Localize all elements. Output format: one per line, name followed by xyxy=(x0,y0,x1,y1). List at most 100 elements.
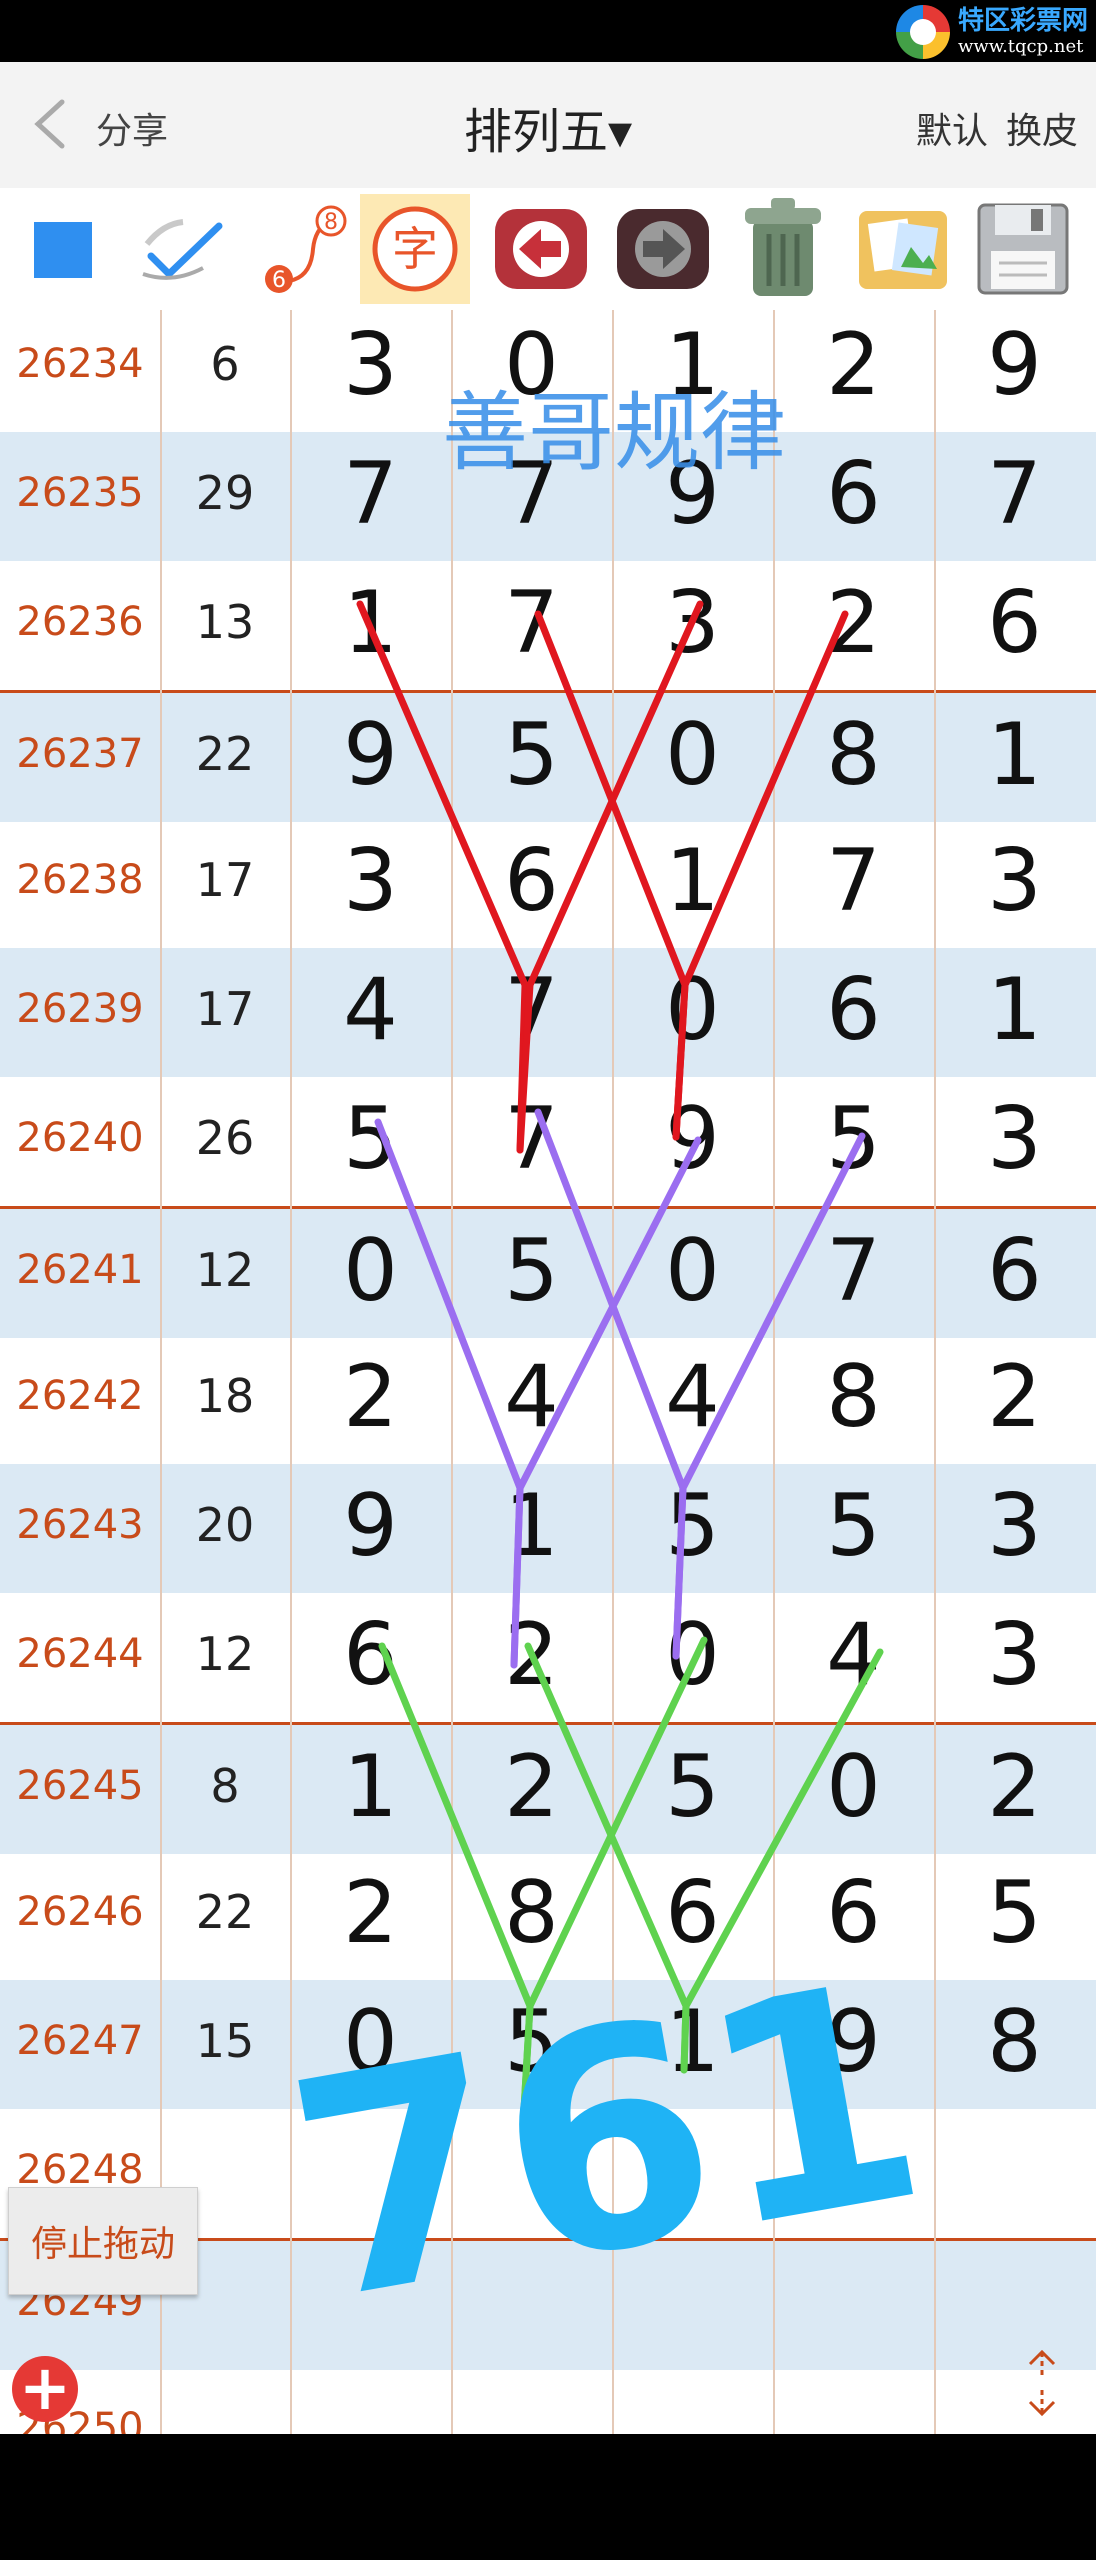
digit-cell[interactable]: 5 xyxy=(451,705,612,805)
digit-cell[interactable]: 0 xyxy=(612,1221,773,1321)
digit-cell[interactable]: 7 xyxy=(290,444,451,544)
digit-cell[interactable]: 7 xyxy=(773,831,934,931)
digit-cell[interactable]: 5 xyxy=(612,1476,773,1576)
issue-number: 26236 xyxy=(16,599,144,645)
digit-cell[interactable]: 9 xyxy=(934,315,1095,415)
logo-title: 特区彩票网 xyxy=(957,6,1088,36)
digit-cell[interactable]: 6 xyxy=(451,831,612,931)
default-button[interactable]: 默认 xyxy=(916,102,988,154)
digit-cell[interactable]: 0 xyxy=(290,1221,451,1321)
digit-cell[interactable]: 2 xyxy=(773,573,934,673)
digit-cell[interactable]: 3 xyxy=(934,1089,1095,1189)
digit-cell[interactable]: 2 xyxy=(451,1605,612,1705)
trash-can-icon[interactable] xyxy=(728,194,838,304)
digit-cell[interactable]: 1 xyxy=(612,831,773,931)
digit-cell[interactable]: 5 xyxy=(773,1089,934,1189)
digit-cell[interactable]: 2 xyxy=(290,1863,451,1963)
sum-value: 8 xyxy=(210,1759,240,1813)
table-row: 26236 13 1 7 3 2 6 xyxy=(0,561,1096,690)
digit-cell[interactable]: 7 xyxy=(451,960,612,1060)
digit-cell[interactable]: 2 xyxy=(290,1347,451,1447)
arrow-left-icon[interactable] xyxy=(486,194,596,304)
digit-cell[interactable]: 3 xyxy=(612,573,773,673)
digit-cell[interactable]: 3 xyxy=(934,831,1095,931)
check-pen-icon[interactable] xyxy=(128,194,238,304)
digit-cell[interactable]: 2 xyxy=(773,315,934,415)
photo-album-icon[interactable] xyxy=(848,194,958,304)
digit-cell[interactable]: 5 xyxy=(612,1737,773,1837)
back-chevron-icon[interactable] xyxy=(30,98,70,150)
digit-cell[interactable]: 0 xyxy=(451,315,612,415)
digit-cell[interactable]: 6 xyxy=(612,1863,773,1963)
digit-cell[interactable]: 3 xyxy=(290,315,451,415)
digit-cell[interactable]: 1 xyxy=(934,705,1095,805)
digit-cell[interactable]: 7 xyxy=(934,444,1095,544)
table-row: 26243 20 9 1 5 5 3 xyxy=(0,1464,1096,1593)
digit-cell[interactable]: 1 xyxy=(612,1992,773,2092)
digit-cell[interactable]: 3 xyxy=(934,1605,1095,1705)
sum-value: 15 xyxy=(195,2014,255,2068)
six-eight-curve-icon[interactable]: 8 6 xyxy=(244,194,354,304)
sum-value: 17 xyxy=(195,982,255,1036)
zi-character-icon[interactable]: 字 xyxy=(360,194,470,304)
digit-cell[interactable]: 2 xyxy=(451,1737,612,1837)
digit-cell[interactable]: 8 xyxy=(451,1863,612,1963)
digit-cell[interactable]: 8 xyxy=(773,705,934,805)
results-grid[interactable]: 26250 26249 26248 26247 15 0 5 1 9 8 26246 22 2 8 6 6 5 2… xyxy=(0,310,1096,2434)
digit-cell[interactable]: 0 xyxy=(290,1992,451,2092)
digit-cell[interactable]: 9 xyxy=(290,1476,451,1576)
digit-cell[interactable]: 6 xyxy=(934,573,1095,673)
digit-cell[interactable]: 1 xyxy=(934,960,1095,1060)
digit-cell[interactable]: 3 xyxy=(290,831,451,931)
digit-cell[interactable]: 4 xyxy=(451,1347,612,1447)
digit-cell[interactable]: 9 xyxy=(773,1992,934,2092)
digit-cell[interactable]: 5 xyxy=(451,1221,612,1321)
digit-cell[interactable]: 6 xyxy=(773,444,934,544)
digit-cell[interactable]: 1 xyxy=(451,1476,612,1576)
sum-value: 26 xyxy=(195,1111,255,1165)
digit-cell[interactable]: 4 xyxy=(612,1347,773,1447)
sum-value: 18 xyxy=(195,1369,255,1423)
digit-cell[interactable]: 7 xyxy=(773,1221,934,1321)
digit-cell[interactable]: 6 xyxy=(290,1605,451,1705)
digit-cell[interactable]: 2 xyxy=(934,1737,1095,1837)
digit-cell[interactable]: 7 xyxy=(451,444,612,544)
digit-cell[interactable]: 6 xyxy=(773,960,934,1060)
digit-cell[interactable]: 4 xyxy=(773,1605,934,1705)
skin-button[interactable]: 换皮 xyxy=(1006,102,1078,154)
digit-cell[interactable]: 5 xyxy=(451,1992,612,2092)
digit-cell[interactable]: 9 xyxy=(290,705,451,805)
digit-cell[interactable]: 1 xyxy=(290,573,451,673)
table-row: 26240 26 5 7 9 5 3 xyxy=(0,1077,1096,1206)
digit-cell[interactable]: 2 xyxy=(934,1347,1095,1447)
stop-drag-button[interactable]: 停止拖动 xyxy=(8,2187,198,2295)
digit-cell[interactable]: 1 xyxy=(290,1737,451,1837)
digit-cell[interactable]: 0 xyxy=(612,960,773,1060)
digit-cell[interactable]: 6 xyxy=(773,1863,934,1963)
digit-cell[interactable]: 3 xyxy=(934,1476,1095,1576)
share-button[interactable]: 分享 xyxy=(96,102,168,154)
digit-cell[interactable]: 7 xyxy=(451,1089,612,1189)
issue-number: 26245 xyxy=(16,1763,144,1809)
resize-handle-icon[interactable] xyxy=(1014,2346,1070,2420)
digit-cell[interactable]: 4 xyxy=(290,960,451,1060)
digit-cell[interactable]: 8 xyxy=(773,1347,934,1447)
digit-cell[interactable]: 8 xyxy=(934,1992,1095,2092)
game-selector[interactable]: 排列五▾ xyxy=(464,104,632,160)
digit-cell[interactable]: 6 xyxy=(934,1221,1095,1321)
blue-square-icon[interactable] xyxy=(8,194,118,304)
digit-cell[interactable]: 1 xyxy=(612,315,773,415)
digit-cell[interactable]: 0 xyxy=(612,705,773,805)
digit-cell[interactable]: 7 xyxy=(451,573,612,673)
grid-line xyxy=(160,310,162,2434)
digit-cell[interactable]: 9 xyxy=(612,1089,773,1189)
digit-cell[interactable]: 0 xyxy=(773,1737,934,1837)
digit-cell[interactable]: 0 xyxy=(612,1605,773,1705)
add-row-button[interactable]: + xyxy=(12,2356,78,2422)
arrow-right-icon[interactable] xyxy=(608,194,718,304)
floppy-disk-icon[interactable] xyxy=(968,194,1078,304)
digit-cell[interactable]: 5 xyxy=(934,1863,1095,1963)
digit-cell[interactable]: 9 xyxy=(612,444,773,544)
digit-cell[interactable]: 5 xyxy=(773,1476,934,1576)
digit-cell[interactable]: 5 xyxy=(290,1089,451,1189)
